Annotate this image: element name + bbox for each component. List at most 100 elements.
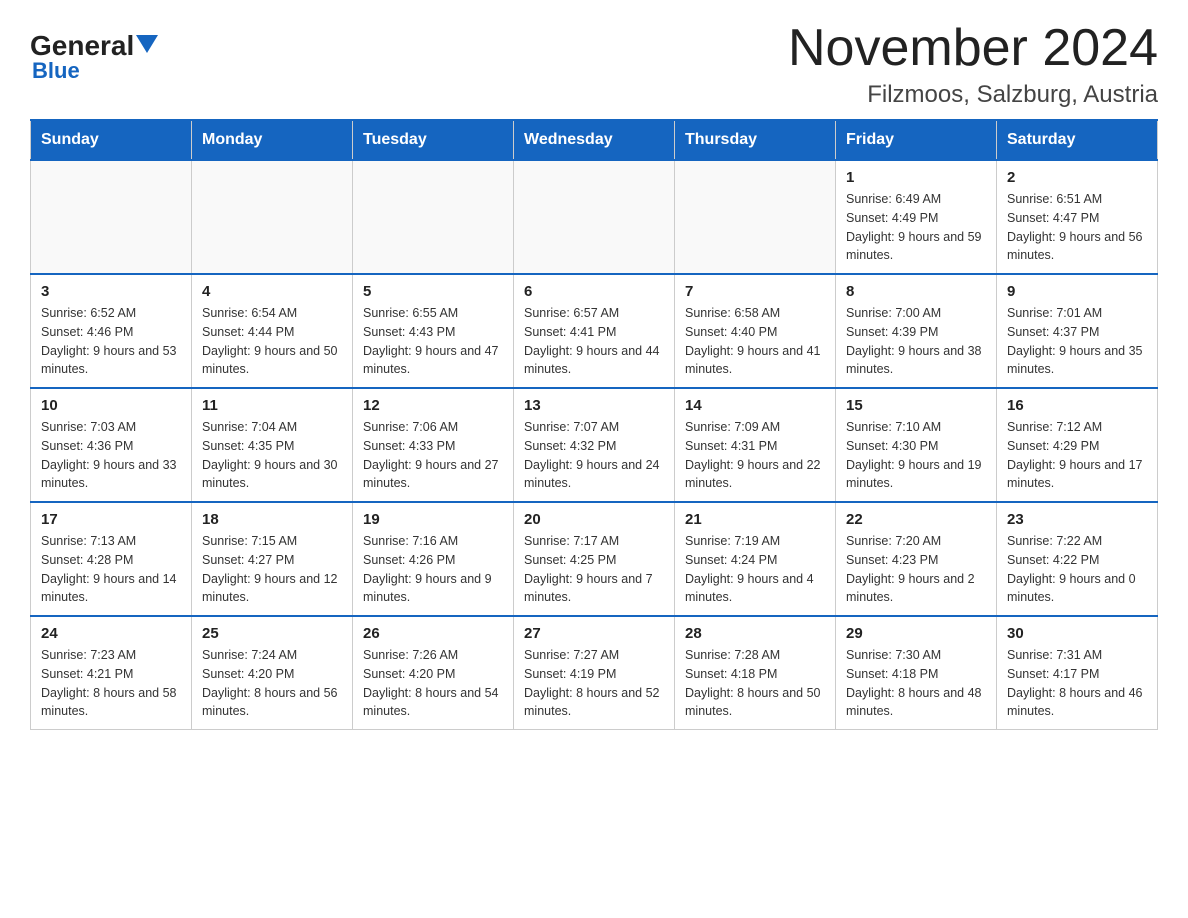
day-number: 19 [363,511,503,528]
day-number: 28 [685,625,825,642]
day-info: Sunrise: 6:54 AMSunset: 4:44 PMDaylight:… [202,304,342,379]
calendar-cell-w5-d3: 26 Sunrise: 7:26 AMSunset: 4:20 PMDayligh… [353,616,514,730]
calendar-cell-w5-d2: 25 Sunrise: 7:24 AMSunset: 4:20 PMDayligh… [192,616,353,730]
calendar-subtitle: Filzmoos, Salzburg, Austria [788,81,1158,109]
calendar-cell-w3-d7: 16 Sunrise: 7:12 AMSunset: 4:29 PMDayligh… [997,388,1158,502]
day-info: Sunrise: 7:30 AMSunset: 4:18 PMDaylight:… [846,646,986,721]
day-info: Sunrise: 6:58 AMSunset: 4:40 PMDaylight:… [685,304,825,379]
calendar-cell-w1-d5 [675,160,836,274]
day-number: 5 [363,283,503,300]
calendar-cell-w1-d4 [514,160,675,274]
weekday-header-tuesday: Tuesday [353,120,514,160]
day-number: 2 [1007,169,1147,186]
day-number: 6 [524,283,664,300]
calendar-week-4: 17 Sunrise: 7:13 AMSunset: 4:28 PMDayligh… [31,502,1158,616]
calendar-week-5: 24Sunrise: 7:23 AMSunset: 4:21 PMDayligh… [31,616,1158,730]
calendar-cell-w1-d2 [192,160,353,274]
day-number: 24 [41,625,181,642]
day-number: 25 [202,625,342,642]
calendar-cell-w1-d7: 2 Sunrise: 6:51 AMSunset: 4:47 PMDaylight… [997,160,1158,274]
day-info: Sunrise: 7:01 AMSunset: 4:37 PMDaylight:… [1007,304,1147,379]
day-info: Sunrise: 7:00 AMSunset: 4:39 PMDaylight:… [846,304,986,379]
day-number: 16 [1007,397,1147,414]
day-number: 10 [41,397,181,414]
day-number: 22 [846,511,986,528]
calendar-cell-w1-d1 [31,160,192,274]
day-info: Sunrise: 7:07 AMSunset: 4:32 PMDaylight:… [524,418,664,493]
calendar-cell-w3-d4: 13Sunrise: 7:07 AMSunset: 4:32 PMDayligh… [514,388,675,502]
day-info: Sunrise: 7:22 AMSunset: 4:22 PMDaylight:… [1007,532,1147,607]
day-info: Sunrise: 7:06 AMSunset: 4:33 PMDaylight:… [363,418,503,493]
calendar-cell-w5-d5: 28 Sunrise: 7:28 AMSunset: 4:18 PMDayligh… [675,616,836,730]
calendar-cell-w2-d7: 9 Sunrise: 7:01 AMSunset: 4:37 PMDaylight… [997,274,1158,388]
calendar-cell-w4-d2: 18 Sunrise: 7:15 AMSunset: 4:27 PMDayligh… [192,502,353,616]
day-number: 29 [846,625,986,642]
calendar-cell-w4-d3: 19 Sunrise: 7:16 AMSunset: 4:26 PMDayligh… [353,502,514,616]
logo-triangle-icon [136,35,158,53]
day-info: Sunrise: 7:09 AMSunset: 4:31 PMDaylight:… [685,418,825,493]
calendar-cell-w2-d4: 6 Sunrise: 6:57 AMSunset: 4:41 PMDaylight… [514,274,675,388]
day-info: Sunrise: 7:03 AMSunset: 4:36 PMDaylight:… [41,418,181,493]
day-info: Sunrise: 6:49 AMSunset: 4:49 PMDaylight:… [846,190,986,265]
calendar-cell-w4-d1: 17 Sunrise: 7:13 AMSunset: 4:28 PMDayligh… [31,502,192,616]
calendar-week-2: 3 Sunrise: 6:52 AMSunset: 4:46 PMDaylight… [31,274,1158,388]
calendar-cell-w2-d1: 3 Sunrise: 6:52 AMSunset: 4:46 PMDaylight… [31,274,192,388]
day-info: Sunrise: 6:51 AMSunset: 4:47 PMDaylight:… [1007,190,1147,265]
day-info: Sunrise: 7:12 AMSunset: 4:29 PMDaylight:… [1007,418,1147,493]
calendar-cell-w3-d1: 10 Sunrise: 7:03 AMSunset: 4:36 PMDayligh… [31,388,192,502]
calendar-cell-w1-d6: 1 Sunrise: 6:49 AMSunset: 4:49 PMDaylight… [836,160,997,274]
title-block: November 2024 Filzmoos, Salzburg, Austri… [788,20,1158,109]
day-number: 9 [1007,283,1147,300]
day-info: Sunrise: 7:16 AMSunset: 4:26 PMDaylight:… [363,532,503,607]
day-number: 30 [1007,625,1147,642]
day-number: 4 [202,283,342,300]
day-number: 18 [202,511,342,528]
weekday-header-friday: Friday [836,120,997,160]
calendar-cell-w4-d6: 22 Sunrise: 7:20 AMSunset: 4:23 PMDayligh… [836,502,997,616]
day-number: 3 [41,283,181,300]
calendar-cell-w3-d3: 12 Sunrise: 7:06 AMSunset: 4:33 PMDayligh… [353,388,514,502]
weekday-header-sunday: Sunday [31,120,192,160]
logo-blue-text: Blue [32,58,80,84]
logo: General Blue [30,30,158,84]
day-info: Sunrise: 7:26 AMSunset: 4:20 PMDaylight:… [363,646,503,721]
day-info: Sunrise: 7:10 AMSunset: 4:30 PMDaylight:… [846,418,986,493]
calendar-week-1: 1 Sunrise: 6:49 AMSunset: 4:49 PMDaylight… [31,160,1158,274]
day-info: Sunrise: 7:15 AMSunset: 4:27 PMDaylight:… [202,532,342,607]
day-number: 11 [202,397,342,414]
weekday-header-monday: Monday [192,120,353,160]
day-info: Sunrise: 7:20 AMSunset: 4:23 PMDaylight:… [846,532,986,607]
day-info: Sunrise: 7:27 AMSunset: 4:19 PMDaylight:… [524,646,664,721]
day-number: 7 [685,283,825,300]
day-number: 12 [363,397,503,414]
day-info: Sunrise: 6:52 AMSunset: 4:46 PMDaylight:… [41,304,181,379]
day-number: 1 [846,169,986,186]
day-info: Sunrise: 7:28 AMSunset: 4:18 PMDaylight:… [685,646,825,721]
day-number: 26 [363,625,503,642]
calendar-cell-w5-d4: 27 Sunrise: 7:27 AMSunset: 4:19 PMDayligh… [514,616,675,730]
day-info: Sunrise: 7:17 AMSunset: 4:25 PMDaylight:… [524,532,664,607]
day-number: 27 [524,625,664,642]
weekday-header-wednesday: Wednesday [514,120,675,160]
header: General Blue November 2024 Filzmoos, Sal… [30,20,1158,109]
day-info: Sunrise: 7:19 AMSunset: 4:24 PMDaylight:… [685,532,825,607]
calendar-title: November 2024 [788,20,1158,77]
day-number: 14 [685,397,825,414]
calendar-cell-w5-d7: 30 Sunrise: 7:31 AMSunset: 4:17 PMDayligh… [997,616,1158,730]
day-info: Sunrise: 7:13 AMSunset: 4:28 PMDaylight:… [41,532,181,607]
calendar-cell-w2-d6: 8Sunrise: 7:00 AMSunset: 4:39 PMDaylight… [836,274,997,388]
calendar-cell-w3-d6: 15Sunrise: 7:10 AMSunset: 4:30 PMDayligh… [836,388,997,502]
day-number: 23 [1007,511,1147,528]
calendar-cell-w2-d2: 4 Sunrise: 6:54 AMSunset: 4:44 PMDaylight… [192,274,353,388]
weekday-header-thursday: Thursday [675,120,836,160]
calendar-cell-w5-d1: 24Sunrise: 7:23 AMSunset: 4:21 PMDayligh… [31,616,192,730]
day-info: Sunrise: 6:57 AMSunset: 4:41 PMDaylight:… [524,304,664,379]
calendar-table: SundayMondayTuesdayWednesdayThursdayFrid… [30,119,1158,730]
day-number: 17 [41,511,181,528]
calendar-cell-w1-d3 [353,160,514,274]
day-info: Sunrise: 7:24 AMSunset: 4:20 PMDaylight:… [202,646,342,721]
calendar-cell-w3-d2: 11Sunrise: 7:04 AMSunset: 4:35 PMDayligh… [192,388,353,502]
weekday-header-saturday: Saturday [997,120,1158,160]
day-info: Sunrise: 7:31 AMSunset: 4:17 PMDaylight:… [1007,646,1147,721]
day-number: 20 [524,511,664,528]
